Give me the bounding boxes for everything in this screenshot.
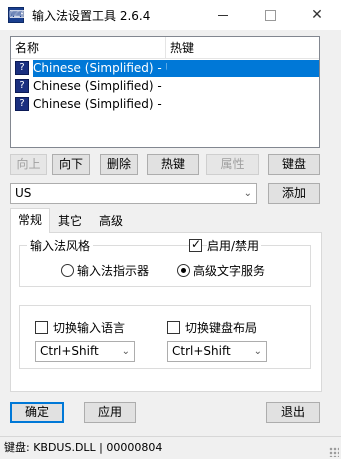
list-item[interactable]: ? Chinese (Simplified) - US...	[11, 60, 319, 77]
input-method-list[interactable]: 名称 热键 ? Chinese (Simplified) - US... ? C…	[10, 36, 320, 148]
input-method-icon: ?	[15, 97, 29, 111]
switch-keyboard-hotkey-value: Ctrl+Shift	[172, 344, 231, 358]
app-keyboard-icon: ⌨	[8, 7, 25, 23]
properties-button[interactable]: 属性	[206, 154, 259, 175]
close-button[interactable]: ✕	[294, 0, 340, 30]
ime-indicator-radio[interactable]	[61, 264, 74, 277]
tab-other[interactable]: 其它	[52, 210, 88, 232]
app-window: ⌨ 输入法设置工具 2.6.4 ✕ 名称 热键 ? Chinese (Simpl…	[0, 0, 341, 459]
maximize-button[interactable]	[247, 0, 293, 30]
tab-panel-general: 输入法风格 启用/禁用 输入法指示器 高级文字服务 切换输入语言 切换键盘布局 …	[10, 232, 322, 392]
switch-language-hotkey-value: Ctrl+Shift	[40, 344, 99, 358]
advanced-text-services-label[interactable]: 高级文字服务	[193, 262, 265, 279]
keyboard-layout-select[interactable]: US ⌄	[10, 183, 257, 204]
title-bar: ⌨ 输入法设置工具 2.6.4 ✕	[0, 0, 341, 30]
list-header: 名称 热键	[11, 37, 319, 59]
tab-advanced[interactable]: 高级	[92, 210, 130, 232]
switch-keyboard-hotkey-select[interactable]: Ctrl+Shift ⌄	[167, 341, 267, 362]
status-bar: 键盘: KBDUS.DLL | 00000804	[0, 436, 341, 459]
chevron-down-icon: ⌄	[243, 188, 252, 199]
input-method-icon: ?	[15, 79, 29, 93]
list-item-hotkey	[167, 60, 319, 77]
tab-general[interactable]: 常规	[10, 208, 50, 233]
list-item-name: Chinese (Simplified) - US...	[33, 79, 166, 93]
list-item-name: Chinese (Simplified) - US...	[33, 97, 166, 111]
advanced-text-services-radio[interactable]	[177, 264, 190, 277]
ok-button[interactable]: 确定	[10, 402, 64, 423]
list-item[interactable]: ? Chinese (Simplified) - US...	[11, 78, 319, 95]
hotkey-button[interactable]: 热键	[147, 154, 199, 175]
move-up-button[interactable]: 向上	[10, 154, 47, 175]
column-header-hotkey[interactable]: 热键	[166, 37, 316, 59]
exit-button[interactable]: 退出	[266, 402, 320, 423]
switch-language-hotkey-select[interactable]: Ctrl+Shift ⌄	[35, 341, 135, 362]
column-header-name[interactable]: 名称	[11, 37, 166, 59]
switch-language-checkbox[interactable]	[35, 321, 48, 334]
ime-style-group-label: 输入法风格	[27, 237, 94, 254]
move-down-button[interactable]: 向下	[52, 154, 90, 175]
switch-language-label[interactable]: 切换输入语言	[53, 319, 125, 336]
switch-keyboard-label[interactable]: 切换键盘布局	[185, 319, 257, 336]
list-item-name: Chinese (Simplified) - US...	[33, 60, 167, 77]
chevron-down-icon: ⌄	[121, 346, 130, 357]
list-item[interactable]: ? Chinese (Simplified) - US...	[11, 96, 319, 113]
add-button[interactable]: 添加	[268, 183, 320, 204]
keyboard-button[interactable]: 键盘	[268, 154, 320, 175]
apply-button[interactable]: 应用	[84, 402, 136, 423]
enable-checkbox[interactable]	[189, 237, 202, 252]
delete-button[interactable]: 删除	[100, 154, 138, 175]
resize-grip[interactable]	[329, 447, 339, 457]
window-title: 输入法设置工具 2.6.4	[32, 9, 151, 23]
chevron-down-icon: ⌄	[253, 346, 262, 357]
status-text: 键盘: KBDUS.DLL | 00000804	[4, 441, 163, 454]
switch-keyboard-checkbox[interactable]	[167, 321, 180, 334]
enable-label[interactable]: 启用/禁用	[207, 237, 262, 254]
keyboard-layout-value: US	[15, 186, 32, 200]
input-method-icon: ?	[15, 61, 29, 75]
minimize-button[interactable]	[200, 0, 246, 30]
ime-indicator-label[interactable]: 输入法指示器	[77, 262, 149, 279]
